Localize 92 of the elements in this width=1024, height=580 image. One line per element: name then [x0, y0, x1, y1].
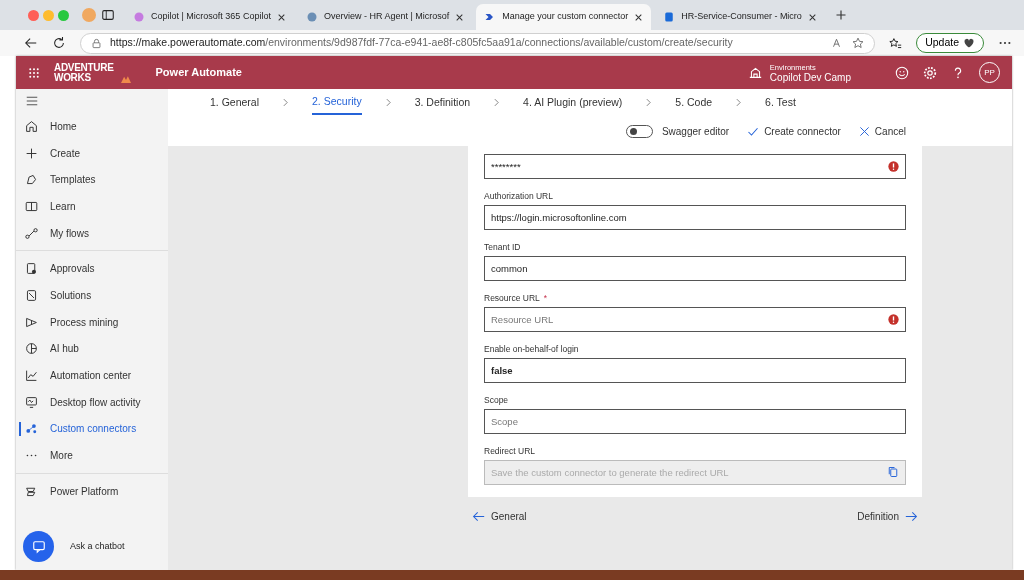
input-field[interactable]: false: [484, 358, 906, 383]
smiley-icon[interactable]: [895, 65, 909, 80]
back-button[interactable]: General: [472, 509, 527, 524]
browser-tab[interactable]: Manage your custom connector: [476, 4, 652, 30]
field-label: Tenant ID: [484, 242, 521, 252]
browser-tab[interactable]: Copilot | Microsoft 365 Copilot: [125, 4, 294, 30]
ai-hub-icon: [25, 342, 38, 356]
close-icon[interactable]: [634, 12, 644, 22]
chevron-icon: [734, 98, 744, 107]
wizard-step[interactable]: 5. Code: [675, 90, 713, 115]
sidebar-toggle-icon[interactable]: [101, 8, 115, 22]
swagger-toggle[interactable]: Swagger editor: [625, 124, 730, 139]
field-label: Scope: [484, 395, 509, 405]
arrow-left-icon: [472, 510, 485, 523]
cancel-button[interactable]: Cancel: [858, 124, 906, 139]
tab-favicon-icon: [305, 11, 318, 23]
chevron-icon: [281, 98, 291, 107]
process-mining-icon: [25, 315, 38, 329]
field-label: Enable on-behalf-of login: [484, 344, 579, 354]
nav-item[interactable]: Solutions: [16, 282, 168, 309]
settings-icon[interactable]: [923, 65, 937, 80]
nav-item[interactable]: Home: [16, 113, 168, 140]
plus-icon: [25, 146, 38, 160]
nav-item[interactable]: My flows: [16, 219, 168, 247]
app-launcher-icon[interactable]: [28, 66, 40, 79]
field-label: Resource URL: [484, 293, 540, 303]
chart-icon: [25, 369, 38, 383]
update-button[interactable]: Update: [916, 33, 984, 53]
logo-text: ADVENTURE: [54, 62, 114, 73]
nav-item[interactable]: Automation center: [16, 362, 168, 389]
input-field[interactable]: Resource URL: [484, 307, 906, 332]
input-field[interactable]: ********: [484, 154, 906, 179]
required-marker: *: [543, 293, 548, 303]
chat-icon: [31, 539, 46, 554]
close-icon[interactable]: [455, 12, 465, 22]
menu-icon[interactable]: [26, 95, 38, 107]
create-connector-button[interactable]: Create connector: [747, 124, 841, 139]
close-icon: [858, 126, 870, 137]
chevron-icon: [383, 98, 393, 107]
browser-tab[interactable]: HR-Service-Consumer - Micro: [655, 4, 825, 30]
nav-item[interactable]: Desktop flow activity: [16, 388, 168, 416]
input-field[interactable]: https://login.microsoftonline.com: [484, 205, 906, 230]
refresh-icon[interactable]: [52, 36, 66, 50]
wizard-step[interactable]: 1. General: [210, 90, 260, 115]
nav-item[interactable]: Learn: [16, 193, 168, 220]
close-icon[interactable]: [276, 12, 286, 22]
nav-item[interactable]: More: [16, 442, 168, 469]
monitor-icon: [25, 395, 38, 409]
address-bar[interactable]: https://make.powerautomate.com/environments/9d987fdf-77ca-e941-ae8f-c805fc5aa91a/connections/available/custom/create/security: [80, 32, 876, 54]
favorites-icon[interactable]: [889, 36, 903, 50]
heart-icon: [963, 37, 975, 49]
flow-icon: [25, 226, 38, 240]
favorite-icon[interactable]: [852, 37, 865, 49]
browser-tab[interactable]: Overview - HR Agent | Microsof: [297, 4, 473, 30]
nav-item[interactable]: Power Platform: [16, 477, 168, 505]
connector-icon: [25, 422, 38, 436]
new-tab-icon[interactable]: [834, 9, 847, 21]
url-text: https://make.powerautomate.com/environments/9d987fdf-77ca-e941-ae8f-c805fc5aa91a/connections/available/custom/create/security: [110, 35, 734, 51]
templates-icon: [25, 173, 38, 187]
wizard-step[interactable]: 4. AI Plugin (preview): [523, 90, 623, 115]
check-icon: [747, 125, 760, 138]
clipboard-icon: [25, 262, 38, 276]
tab-favicon-icon: [133, 11, 145, 23]
chatbot-button[interactable]: [23, 531, 54, 562]
wizard-step[interactable]: 2. Security: [312, 89, 362, 116]
chevron-icon: [492, 98, 502, 107]
close-icon[interactable]: [807, 12, 817, 22]
book-icon: [25, 199, 38, 213]
nav-item[interactable]: Custom connectors: [16, 415, 168, 443]
input-field[interactable]: Scope: [484, 409, 906, 434]
chatbot-label: Ask a chatbot: [70, 539, 125, 553]
field-label: Authorization URL: [484, 191, 553, 201]
arrow-right-icon: [905, 510, 918, 523]
nav-item[interactable]: Approvals: [16, 255, 168, 283]
nav-item[interactable]: Create: [16, 139, 168, 167]
wizard-step[interactable]: 6. Test: [765, 90, 796, 115]
chevron-icon: [644, 98, 654, 107]
site-info-icon[interactable]: [91, 37, 102, 49]
home-icon: [25, 119, 38, 133]
field-label: Redirect URL: [484, 446, 536, 456]
environment-icon: [748, 66, 762, 79]
back-icon[interactable]: [24, 36, 38, 50]
wizard-step[interactable]: 3. Definition: [414, 90, 471, 115]
tab-favicon-icon: [663, 11, 676, 23]
nav-item[interactable]: Process mining: [16, 308, 168, 336]
nav-item[interactable]: Templates: [16, 166, 168, 194]
app-name: Power Automate: [155, 65, 242, 81]
input-field[interactable]: common: [484, 256, 906, 281]
next-button[interactable]: Definition: [857, 509, 918, 524]
nav-item[interactable]: AI hub: [16, 335, 168, 363]
solutions-icon: [25, 288, 38, 302]
logo-text: WORKS: [54, 72, 92, 83]
